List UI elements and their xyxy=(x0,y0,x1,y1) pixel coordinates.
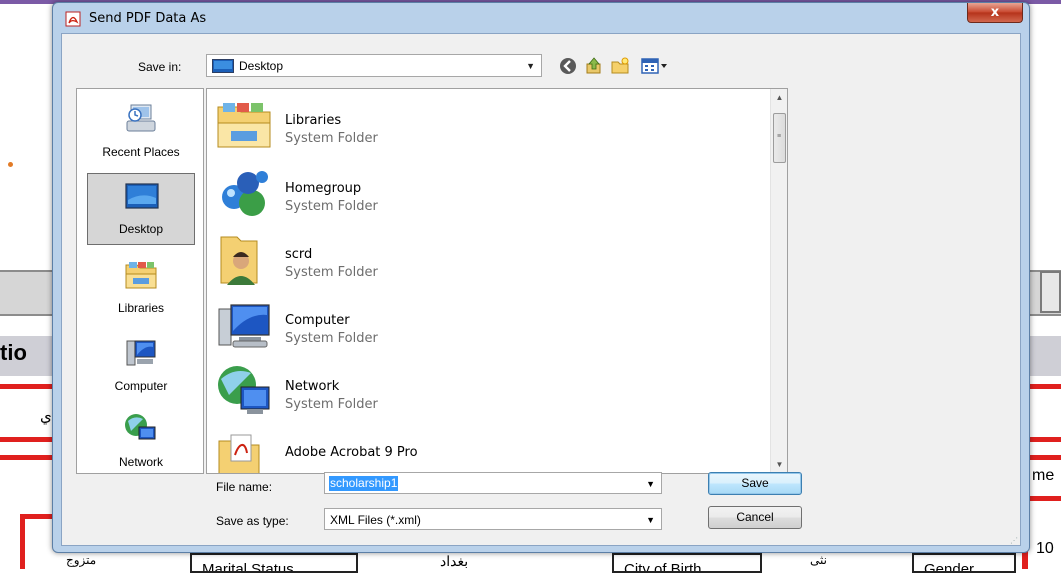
places-bar: Recent Places Desktop Libraries Computer… xyxy=(76,88,204,474)
background-red-line xyxy=(20,514,25,569)
save-button[interactable]: Save xyxy=(708,472,802,495)
background-field-marital-status: Marital Status xyxy=(190,553,358,573)
close-button[interactable]: x xyxy=(967,3,1023,23)
desktop-icon xyxy=(212,59,234,73)
file-list-scrollbar[interactable]: ▲ ≡ ▼ xyxy=(770,89,787,473)
file-list[interactable]: Libraries System Folder Homegroup System… xyxy=(206,88,788,474)
network-icon xyxy=(218,366,270,414)
new-folder-icon[interactable] xyxy=(610,56,630,76)
list-item[interactable]: scrd System Folder xyxy=(215,225,755,291)
save-as-type-label: Save as type: xyxy=(216,514,289,528)
background-arabic-text: ي xyxy=(40,408,52,425)
background-red-line xyxy=(0,384,60,389)
list-item[interactable]: Homegroup System Folder xyxy=(215,159,755,225)
place-label: Desktop xyxy=(118,222,164,236)
list-item[interactable]: Adobe Acrobat 9 Pro xyxy=(215,423,755,473)
acrobat-folder-icon xyxy=(218,434,260,473)
background-red-line xyxy=(1030,455,1061,460)
file-name-label: File name: xyxy=(216,480,273,494)
chevron-down-icon[interactable]: ▼ xyxy=(646,479,655,489)
scroll-thumb[interactable]: ≡ xyxy=(773,113,786,163)
scroll-down-icon[interactable]: ▼ xyxy=(771,456,787,473)
background-arabic-text: متزوج xyxy=(66,553,97,567)
place-desktop[interactable]: Desktop xyxy=(87,173,195,245)
chevron-down-icon: ▼ xyxy=(526,61,535,71)
background-right-text: me xyxy=(1032,467,1055,484)
place-network[interactable]: Network xyxy=(87,407,195,479)
up-folder-icon[interactable] xyxy=(584,56,604,76)
recent-places-icon xyxy=(126,104,156,132)
file-name: Computer xyxy=(285,313,350,328)
save-in-label: Save in: xyxy=(138,60,182,74)
background-red-line xyxy=(1030,384,1061,389)
user-folder-icon xyxy=(220,236,258,285)
grip-icon: ≡ xyxy=(777,133,782,140)
file-type: System Folder xyxy=(285,131,378,146)
list-item[interactable]: Computer System Folder xyxy=(215,291,755,357)
dialog-body: Save in: Desktop ▼ Recent Places Desktop… xyxy=(61,33,1021,546)
save-in-value: Desktop xyxy=(239,59,284,73)
background-red-line xyxy=(1030,437,1061,442)
view-menu-icon[interactable] xyxy=(640,56,670,76)
file-type: System Folder xyxy=(285,331,378,346)
libraries-icon xyxy=(125,262,157,289)
place-recent-places[interactable]: Recent Places xyxy=(87,97,195,169)
background-partial-heading: tio xyxy=(0,340,27,365)
place-computer[interactable]: Computer xyxy=(87,331,195,403)
save-as-type-dropdown[interactable]: XML Files (*.xml) ▼ xyxy=(324,508,662,530)
background-right-box xyxy=(1040,271,1061,313)
file-name: scrd xyxy=(285,247,313,262)
resize-grip-icon[interactable]: ⋰ xyxy=(1010,537,1018,545)
chevron-down-icon: ▼ xyxy=(646,515,655,525)
homegroup-icon xyxy=(222,171,268,216)
file-name: Adobe Acrobat 9 Pro xyxy=(285,445,418,460)
back-icon[interactable] xyxy=(558,56,578,76)
save-as-dialog: Send PDF Data As x Save in: Desktop ▼ Re… xyxy=(52,2,1030,553)
dialog-title: Send PDF Data As xyxy=(89,11,207,26)
cancel-button[interactable]: Cancel xyxy=(708,506,802,529)
background-arabic-text: نثى xyxy=(810,553,827,567)
file-name-value: scholarship1 xyxy=(329,476,399,491)
file-name: Network xyxy=(285,379,340,394)
background-red-line xyxy=(0,437,60,442)
desktop-icon xyxy=(125,183,159,209)
file-type: System Folder xyxy=(285,265,378,280)
computer-icon xyxy=(126,340,156,366)
dialog-titlebar[interactable]: Send PDF Data As x xyxy=(53,3,1029,33)
background-dot xyxy=(8,162,13,167)
save-as-type-value: XML Files (*.xml) xyxy=(330,513,421,527)
place-label: Network xyxy=(118,455,163,469)
place-libraries[interactable]: Libraries xyxy=(87,253,195,325)
background-right-text: 10 xyxy=(1036,540,1054,557)
background-red-line xyxy=(0,455,60,460)
place-label: Libraries xyxy=(117,301,165,315)
place-label: Computer xyxy=(114,379,168,393)
file-type: System Folder xyxy=(285,199,378,214)
place-label: Recent Places xyxy=(102,145,180,159)
background-field-city-of-birth: City of Birth xyxy=(612,553,762,573)
pdf-icon xyxy=(65,11,81,27)
file-name: Libraries xyxy=(285,113,342,128)
save-in-dropdown[interactable]: Desktop ▼ xyxy=(206,54,542,77)
file-name-input[interactable]: scholarship1 ▼ xyxy=(324,472,662,494)
list-item[interactable]: Network System Folder xyxy=(215,357,755,423)
file-type: System Folder xyxy=(285,397,378,412)
network-icon xyxy=(125,414,156,440)
list-item[interactable]: Libraries System Folder xyxy=(215,91,755,157)
background-arabic-text: بغداد xyxy=(440,553,469,569)
libraries-folder-icon xyxy=(217,103,271,148)
computer-icon xyxy=(218,304,270,348)
scroll-up-icon[interactable]: ▲ xyxy=(771,89,787,106)
background-red-line xyxy=(1030,496,1061,501)
background-field-gender: Gender xyxy=(912,553,1016,573)
file-name: Homegroup xyxy=(285,181,362,196)
